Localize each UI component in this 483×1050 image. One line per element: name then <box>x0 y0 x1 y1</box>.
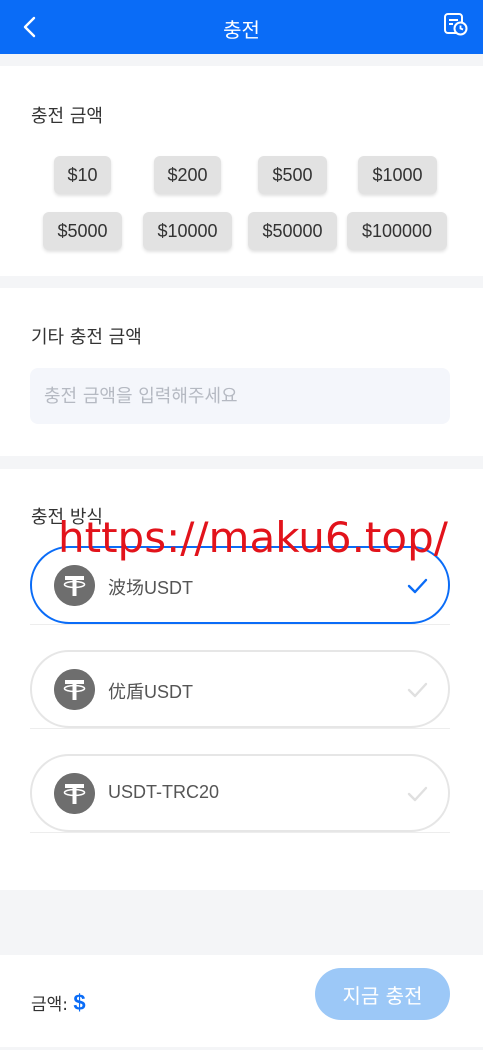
custom-amount-input[interactable] <box>30 368 450 424</box>
calendar-clock-icon[interactable] <box>443 11 469 37</box>
checkmark-icon <box>407 578 428 594</box>
currency-symbol: $ <box>73 990 86 1015</box>
amount-option-5000[interactable]: $5000 <box>43 212 122 250</box>
amount-option-50000[interactable]: $50000 <box>248 212 337 250</box>
preset-amount-card: 충전 금액 $10 $200 $500 $1000 $5000 $10000 $… <box>0 66 483 276</box>
tether-icon <box>54 565 95 606</box>
amount-option-100000[interactable]: $100000 <box>347 212 447 250</box>
amount-option-200[interactable]: $200 <box>154 156 221 194</box>
total-amount: 금액: $ <box>31 990 86 1016</box>
method-option-usdt-trc20[interactable]: USDT-TRC20 <box>30 754 450 832</box>
preset-amount-title: 충전 금액 <box>31 106 103 127</box>
method-name: 优盾USDT <box>108 682 193 702</box>
total-amount-label: 금액: <box>31 995 69 1015</box>
divider <box>30 832 450 833</box>
custom-amount-card: 기타 충전 금액 <box>0 288 483 456</box>
divider <box>30 728 450 729</box>
custom-amount-title: 기타 충전 금액 <box>31 327 142 348</box>
top-bar: 충전 <box>0 0 483 54</box>
page-title: 충전 <box>223 18 260 42</box>
divider <box>30 624 450 625</box>
bottom-bar: 금액: $ 지금 충전 <box>0 955 483 1047</box>
method-name: USDT-TRC20 <box>108 782 220 802</box>
checkmark-icon <box>407 682 428 698</box>
amount-option-10[interactable]: $10 <box>54 156 111 194</box>
amount-option-1000[interactable]: $1000 <box>358 156 437 194</box>
checkmark-icon <box>407 786 428 802</box>
amount-option-10000[interactable]: $10000 <box>143 212 232 250</box>
amount-option-500[interactable]: $500 <box>258 156 327 194</box>
tether-icon <box>54 669 95 710</box>
method-name: 波场USDT <box>108 578 193 598</box>
recharge-now-button[interactable]: 지금 충전 <box>315 968 450 1020</box>
watermark-url: https://maku6.top/ <box>58 513 448 562</box>
tether-icon <box>54 773 95 814</box>
method-option-youdun-usdt[interactable]: 优盾USDT <box>30 650 450 728</box>
